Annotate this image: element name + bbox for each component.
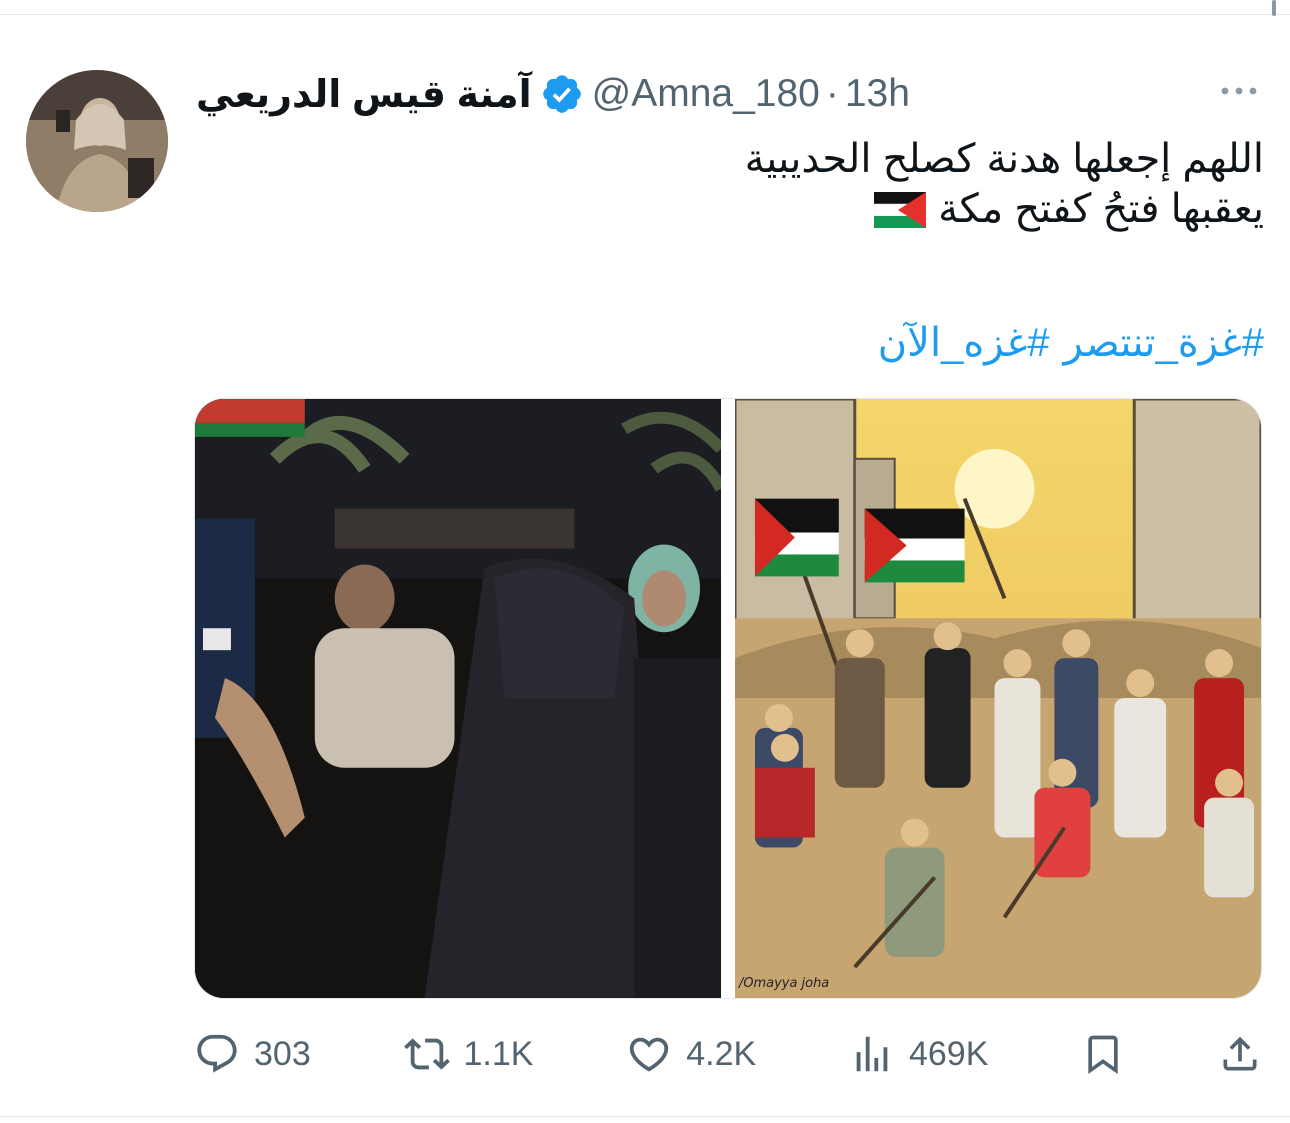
retweet-icon (403, 1038, 450, 1070)
like-count: 4.2K (686, 1034, 757, 1073)
view-count: 469K (908, 1034, 989, 1073)
illustration-watermark: /Omayya joha (738, 976, 829, 991)
reply-icon (197, 1034, 237, 1073)
views-button[interactable]: 469K (849, 1031, 988, 1077)
share-icon (1223, 1036, 1257, 1071)
handle-time: @Amna_180 · 13h (592, 72, 910, 116)
bookmark-icon (1088, 1035, 1118, 1075)
tweet-text-line-2-text: يعقبها فتحُ كفتح مكة (938, 187, 1264, 231)
heart-icon (630, 1037, 669, 1072)
media-grid: /Omayya joha (194, 398, 1262, 999)
handle[interactable]: @Amna_180 (592, 72, 820, 116)
scrollbar-thumb[interactable] (1272, 0, 1276, 16)
retweet-button[interactable]: 1.1K (403, 1031, 534, 1077)
media-illustration-rebuilding[interactable]: /Omayya joha (735, 399, 1261, 998)
like-button[interactable]: 4.2K (626, 1031, 756, 1077)
tweet-header: آمنة قيس الدريعي @Amna_180 · 13h (196, 68, 1264, 120)
tweet-actions: 303 1.1K 4.2K 469K (194, 1026, 1262, 1082)
separator-dot: · (825, 72, 839, 115)
bottom-divider (0, 1116, 1290, 1117)
reply-button[interactable]: 303 (194, 1031, 311, 1077)
more-dots-icon (1221, 87, 1257, 95)
media-photo-celebration[interactable] (195, 399, 721, 998)
analytics-icon (856, 1036, 888, 1072)
tweet-text: اللهم إجعلها هدنة كصلح الحديبية يعقبها ف… (204, 134, 1264, 240)
hashtag-gaza-now[interactable]: #غزه_الآن (878, 321, 1050, 365)
hashtags: #غزة_تنتصر #غزه_الآن (204, 318, 1264, 368)
verified-badge-icon (540, 72, 584, 116)
avatar-photo (26, 70, 168, 212)
retweet-count: 1.1K (463, 1034, 534, 1073)
rebuilding-illustration: /Omayya joha (735, 399, 1261, 998)
more-options-button[interactable] (1216, 74, 1262, 108)
share-button[interactable] (1218, 1032, 1262, 1076)
avatar[interactable] (26, 70, 168, 212)
display-name[interactable]: آمنة قيس الدريعي (196, 72, 532, 117)
celebration-photo (195, 399, 721, 998)
hashtag-gaza-wins[interactable]: #غزة_تنتصر (1064, 321, 1264, 365)
tweet-text-line-2: يعقبها فتحُ كفتح مكة (204, 184, 1264, 240)
timestamp[interactable]: 13h (845, 72, 910, 116)
palestine-flag-icon (873, 190, 927, 240)
bookmark-button[interactable] (1081, 1032, 1125, 1076)
reply-count: 303 (254, 1034, 311, 1073)
top-divider (0, 14, 1290, 15)
tweet-text-line-1: اللهم إجعلها هدنة كصلح الحديبية (744, 137, 1264, 181)
